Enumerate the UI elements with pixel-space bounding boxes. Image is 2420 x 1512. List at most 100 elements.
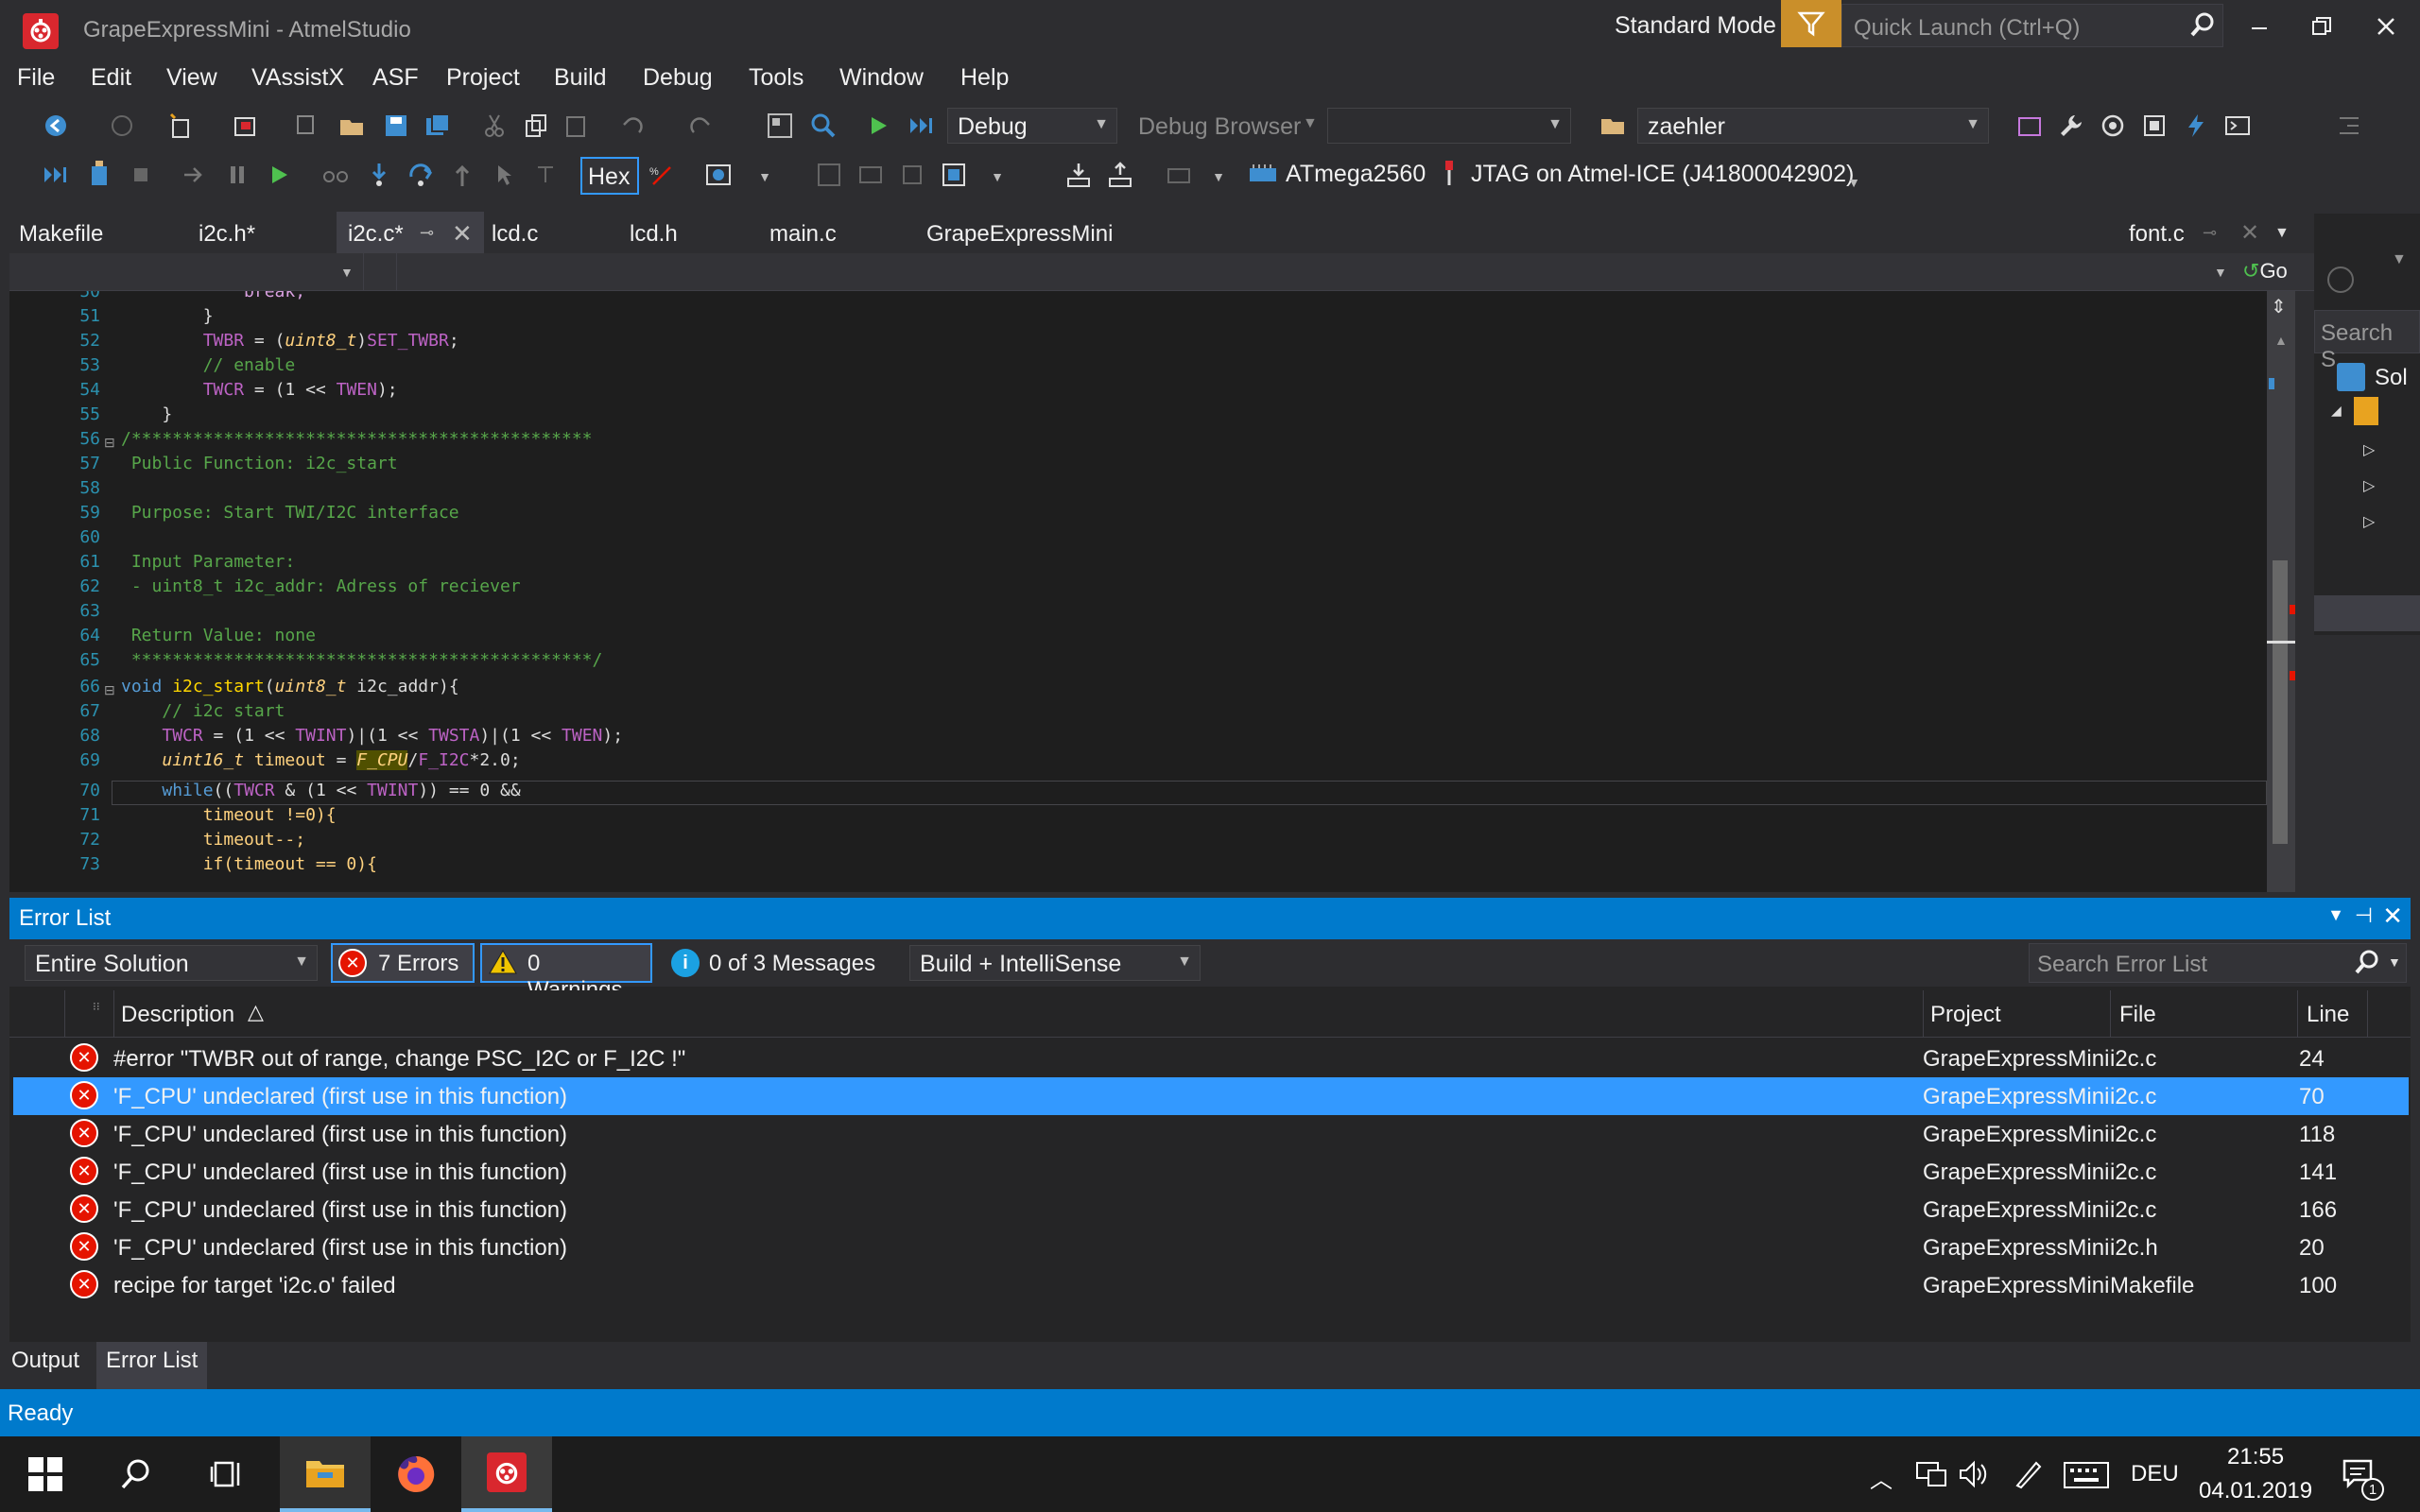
- device-programming-icon[interactable]: [2015, 112, 2044, 140]
- start-debugging-icon[interactable]: [864, 112, 892, 140]
- show-hidden-icons-chevron-icon[interactable]: ︿: [1870, 1461, 1893, 1494]
- minimize-button[interactable]: [2231, 8, 2288, 45]
- stop-icon[interactable]: [127, 161, 155, 189]
- collapsed-node-icon[interactable]: ▷: [2363, 476, 2375, 495]
- menu-file[interactable]: File: [17, 64, 55, 92]
- tab-error-list[interactable]: Error List: [96, 1342, 208, 1389]
- editor-scrollbar[interactable]: ⇕ ▲: [2267, 291, 2295, 892]
- pin-icon[interactable]: ⊸: [420, 223, 434, 243]
- search-error-list-input[interactable]: Search Error List: [2029, 943, 2407, 983]
- column-header-file[interactable]: File: [2119, 1002, 2156, 1028]
- memory-view-icon[interactable]: [856, 161, 885, 189]
- split-handle-icon[interactable]: ⇕: [2271, 295, 2287, 318]
- wrench-icon[interactable]: [2057, 112, 2085, 140]
- panel-tab[interactable]: [2314, 595, 2420, 631]
- column-options-icon[interactable]: ⁝⁝: [93, 1000, 100, 1013]
- menu-window[interactable]: Window: [839, 64, 924, 92]
- keyboard-icon[interactable]: [2063, 1461, 2110, 1494]
- menu-build[interactable]: Build: [554, 64, 607, 92]
- table-row[interactable]: ✕ recipe for target 'i2c.o' failed Grape…: [13, 1266, 2409, 1304]
- paste-icon[interactable]: [562, 112, 590, 140]
- back-icon[interactable]: [2327, 266, 2354, 293]
- language-indicator[interactable]: DEU: [2131, 1461, 2179, 1487]
- io-view-icon[interactable]: [815, 161, 843, 189]
- table-row[interactable]: ✕ 'F_CPU' undeclared (first use in this …: [13, 1115, 2409, 1153]
- solution-configuration-dropdown[interactable]: Debug ▼: [947, 108, 1117, 144]
- quick-launch-input[interactable]: Quick Launch (Ctrl+Q): [1841, 4, 2223, 47]
- step-over-icon[interactable]: [406, 161, 435, 189]
- pin-icon[interactable]: ⊸: [2203, 223, 2217, 243]
- run-to-cursor-icon[interactable]: [490, 161, 518, 189]
- expand-icon[interactable]: ◢: [2331, 403, 2342, 419]
- reset-icon[interactable]: [531, 161, 560, 189]
- tab-font-c[interactable]: font.c: [2129, 212, 2185, 253]
- undo-icon[interactable]: [618, 112, 647, 140]
- collapse-icon[interactable]: ⊟: [104, 682, 115, 698]
- step-into-program-icon[interactable]: [42, 161, 70, 189]
- close-tab-icon[interactable]: ✕: [2240, 219, 2259, 247]
- table-row[interactable]: ✕ #error "TWBR out of range, change PSC_…: [13, 1040, 2409, 1077]
- clock-time[interactable]: 21:55: [2227, 1444, 2284, 1470]
- new-project-icon[interactable]: [166, 112, 195, 140]
- collapsed-node-icon[interactable]: ▷: [2363, 512, 2375, 531]
- firefox-taskbar-button[interactable]: [371, 1436, 461, 1512]
- search-button[interactable]: [91, 1436, 182, 1512]
- restore-button[interactable]: [2293, 8, 2350, 45]
- menu-debug[interactable]: Debug: [643, 64, 713, 92]
- show-disassembly-icon[interactable]: %: [647, 161, 675, 189]
- errors-filter-button[interactable]: ✕ 7 Errors: [331, 943, 475, 983]
- find-combo[interactable]: zaehler ▼: [1637, 108, 1989, 144]
- find-in-files-icon[interactable]: [809, 112, 838, 140]
- solution-config-icon[interactable]: [766, 112, 794, 140]
- tab-list-chevron-icon[interactable]: ▼: [2274, 225, 2290, 242]
- scope-dropdown[interactable]: Entire Solution ▼: [25, 945, 318, 981]
- back-icon[interactable]: [42, 112, 70, 140]
- redo-icon[interactable]: [686, 112, 715, 140]
- warnings-filter-button[interactable]: 0 Warnings: [480, 943, 652, 1003]
- menu-tools[interactable]: Tools: [749, 64, 804, 92]
- messages-filter-button[interactable]: i 0 of 3 Messages: [667, 943, 894, 983]
- pin-icon[interactable]: ⊣: [2355, 903, 2373, 928]
- tab-output[interactable]: Output: [11, 1348, 79, 1374]
- windows-icon[interactable]: [705, 161, 734, 189]
- solution-label[interactable]: Sol: [2375, 365, 2408, 391]
- debug-browser-label[interactable]: Debug Browser: [1138, 113, 1301, 141]
- scroll-up-icon[interactable]: ▲: [2274, 333, 2288, 348]
- tab-makefile[interactable]: Makefile: [19, 212, 103, 253]
- notification-filter-button[interactable]: [1781, 0, 1841, 47]
- tab-lcd-h[interactable]: lcd.h: [630, 212, 678, 253]
- program-icon[interactable]: [940, 161, 968, 189]
- menu-view[interactable]: View: [166, 64, 217, 92]
- volume-icon[interactable]: [1957, 1459, 1989, 1494]
- chevron-down-icon[interactable]: ▼: [2327, 905, 2344, 925]
- save-icon[interactable]: [382, 112, 410, 140]
- chevron-down-icon[interactable]: ▼: [2392, 251, 2407, 268]
- network-icon[interactable]: [1915, 1459, 1947, 1494]
- add-item-icon[interactable]: [231, 112, 259, 140]
- build-filter-dropdown[interactable]: Build + IntelliSense ▼: [909, 945, 1201, 981]
- step-into-icon[interactable]: [365, 161, 393, 189]
- tab-i2c-h[interactable]: i2c.h*: [199, 212, 255, 253]
- menu-asf[interactable]: ASF: [372, 64, 419, 92]
- column-header-description[interactable]: Description: [121, 1002, 234, 1028]
- hex-toggle-button[interactable]: Hex: [580, 157, 639, 195]
- menu-project[interactable]: Project: [446, 64, 520, 92]
- start-without-debugging-icon[interactable]: [908, 112, 936, 140]
- outdent-icon[interactable]: [2335, 112, 2363, 140]
- close-icon[interactable]: ✕: [2382, 902, 2403, 931]
- cut-icon[interactable]: [480, 112, 509, 140]
- collapse-icon[interactable]: ⊟: [104, 435, 115, 451]
- forward-icon[interactable]: [108, 112, 136, 140]
- menu-vassistx[interactable]: VAssistX: [251, 64, 344, 92]
- go-button[interactable]: ↺Go: [2242, 259, 2288, 284]
- start-button[interactable]: [0, 1436, 91, 1512]
- find-folder-icon[interactable]: [1599, 112, 1628, 140]
- atmel-studio-taskbar-button[interactable]: [461, 1436, 552, 1512]
- table-row[interactable]: ✕ 'F_CPU' undeclared (first use in this …: [13, 1153, 2409, 1191]
- continue-icon[interactable]: [265, 161, 293, 189]
- tab-grapeexpressmini[interactable]: GrapeExpressMini: [926, 212, 1113, 253]
- table-row[interactable]: ✕ 'F_CPU' undeclared (first use in this …: [13, 1077, 2409, 1115]
- chevron-down-icon[interactable]: ▼: [340, 265, 354, 280]
- code-editor[interactable]: 50 break; 51 } 52 TWBR = (uint8_t)SET_TW…: [9, 291, 2267, 892]
- show-next-statement-icon[interactable]: [180, 161, 208, 189]
